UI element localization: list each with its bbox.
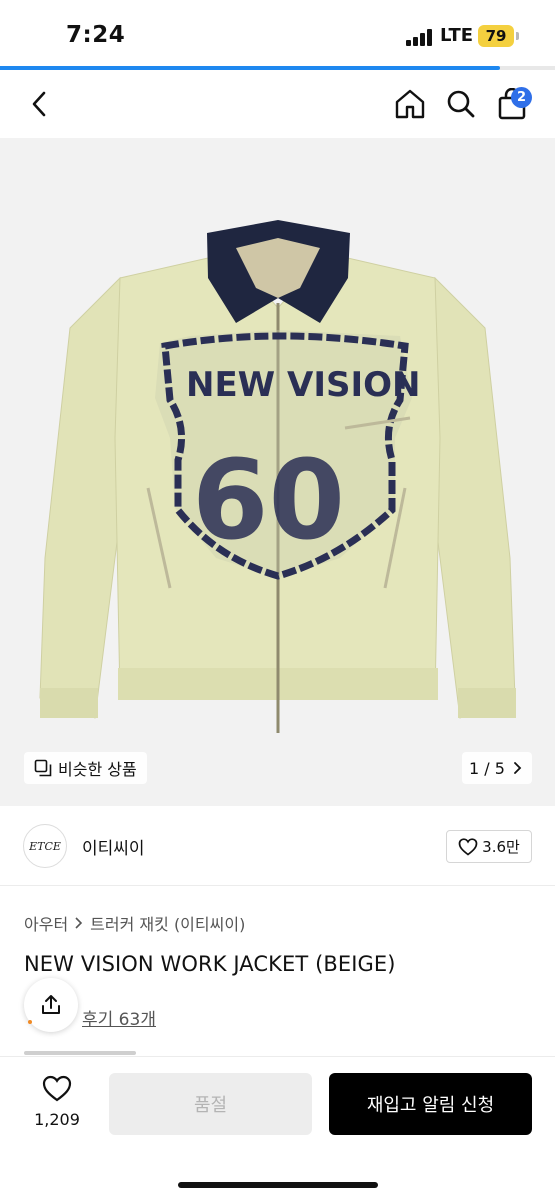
battery-icon: 79 — [478, 25, 514, 47]
section-divider — [24, 1051, 136, 1055]
brand-row: ETCE 이티씨이 3.6만 — [0, 806, 555, 886]
breadcrumb: 아우터 트러커 재킷 (이티씨이) — [24, 911, 245, 935]
status-bar: 7:24 LTE 79 — [0, 0, 555, 66]
bottom-action-bar: 1,209 품절 재입고 알림 신청 — [0, 1056, 555, 1200]
product-image-carousel[interactable]: NEW VISION 60 비슷한 상품 1 / 5 — [0, 138, 555, 806]
heart-icon — [458, 837, 478, 856]
brand-like-count: 3.6만 — [482, 838, 520, 856]
chevron-left-icon — [32, 91, 46, 117]
share-icon — [42, 995, 60, 1014]
breadcrumb-item-category[interactable]: 아우터 — [24, 911, 68, 935]
wishlist-button[interactable]: 1,209 — [26, 1075, 88, 1129]
similar-products-label: 비슷한 상품 — [58, 760, 137, 779]
search-icon — [447, 90, 475, 118]
network-type: LTE — [440, 25, 474, 46]
rating-star-fragment — [28, 1020, 32, 1024]
image-counter-button[interactable]: 1 / 5 — [462, 752, 532, 784]
top-nav — [0, 70, 555, 138]
restock-alert-button[interactable]: 재입고 알림 신청 — [329, 1073, 532, 1135]
breadcrumb-item-subcategory[interactable]: 트러커 재킷 (이티씨이) — [90, 911, 245, 935]
similar-products-button[interactable]: 비슷한 상품 — [24, 752, 147, 784]
heart-icon — [42, 1075, 72, 1102]
svg-text:60: 60 — [192, 436, 345, 564]
search-button[interactable] — [443, 86, 479, 122]
battery-tip — [516, 32, 519, 40]
product-title: NEW VISION WORK JACKET (BEIGE) — [24, 952, 396, 976]
review-link[interactable]: 후기 63개 — [82, 1005, 156, 1030]
signal-icon — [406, 28, 434, 46]
home-button[interactable] — [392, 86, 428, 122]
cart-count-badge: 2 — [511, 87, 532, 108]
jacket-photo: NEW VISION 60 — [39, 220, 516, 733]
chevron-right-icon — [514, 762, 522, 774]
image-counter: 1 / 5 — [469, 758, 505, 778]
brand-logo[interactable]: ETCE — [23, 824, 67, 868]
soldout-button: 품절 — [109, 1073, 312, 1135]
wishlist-count: 1,209 — [34, 1110, 80, 1129]
brand-name[interactable]: 이티씨이 — [82, 834, 145, 859]
home-indicator — [178, 1182, 378, 1188]
home-icon — [395, 89, 425, 119]
similar-products-icon — [34, 759, 52, 777]
chevron-right-icon — [75, 917, 83, 929]
svg-text:NEW VISION: NEW VISION — [186, 365, 420, 405]
back-button[interactable] — [22, 86, 58, 122]
share-button[interactable] — [24, 978, 78, 1032]
brand-like-button[interactable]: 3.6만 — [446, 830, 532, 863]
status-time: 7:24 — [66, 22, 126, 48]
